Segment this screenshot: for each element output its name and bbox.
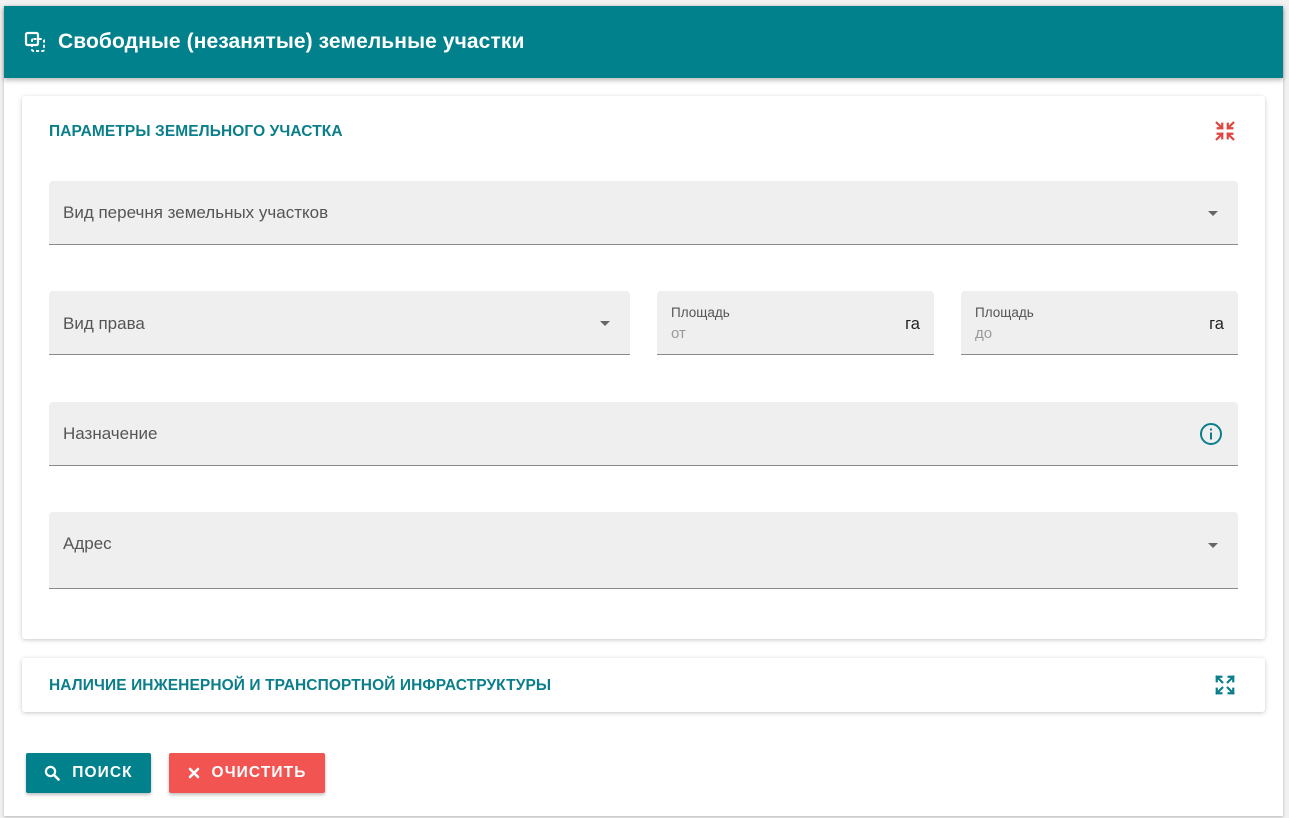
- list-type-label: Вид перечня земельных участков: [63, 203, 329, 222]
- right-type-select[interactable]: Вид права: [49, 291, 630, 355]
- collapse-icon[interactable]: [1213, 119, 1237, 143]
- search-button[interactable]: ПОИСК: [26, 753, 151, 793]
- area-to-caption: Площадь: [975, 305, 1034, 320]
- copy-icon: [23, 30, 47, 54]
- page-header: Свободные (незанятые) земельные участки: [4, 6, 1283, 78]
- dropdown-arrow-icon: [1208, 543, 1218, 548]
- address-select[interactable]: Адрес: [49, 512, 1238, 589]
- address-label: Адрес: [63, 534, 112, 553]
- app-window: Свободные (незанятые) земельные участки …: [4, 6, 1283, 816]
- params-panel: ПАРАМЕТРЫ ЗЕМЕЛЬНОГО УЧАСТКА Вид перечня…: [22, 96, 1265, 639]
- area-from-caption: Площадь: [671, 305, 730, 320]
- area-to-input[interactable]: [975, 325, 1175, 342]
- area-to-unit: га: [1209, 315, 1224, 333]
- search-icon: [45, 765, 61, 781]
- search-button-label: ПОИСК: [72, 764, 133, 781]
- purpose-field[interactable]: Назначение: [49, 402, 1238, 466]
- right-type-label: Вид права: [63, 314, 145, 333]
- area-from-field[interactable]: Площадь га: [657, 291, 934, 355]
- list-type-select[interactable]: Вид перечня земельных участков: [49, 181, 1238, 245]
- purpose-label: Назначение: [63, 424, 158, 443]
- clear-button-label: ОЧИСТИТЬ: [211, 764, 307, 781]
- infra-panel[interactable]: НАЛИЧИЕ ИНЖЕНЕРНОЙ И ТРАНСПОРТНОЙ ИНФРАС…: [22, 658, 1265, 712]
- area-from-input[interactable]: [671, 325, 871, 342]
- expand-icon[interactable]: [1213, 673, 1237, 697]
- params-panel-title: ПАРАМЕТРЫ ЗЕМЕЛЬНОГО УЧАСТКА: [49, 123, 343, 140]
- dropdown-arrow-icon: [1208, 211, 1218, 216]
- area-to-field[interactable]: Площадь га: [961, 291, 1238, 355]
- page-title: Свободные (незанятые) земельные участки: [58, 30, 525, 53]
- close-icon: [188, 767, 199, 779]
- area-from-unit: га: [905, 315, 920, 333]
- info-icon[interactable]: [1199, 422, 1223, 446]
- clear-button[interactable]: ОЧИСТИТЬ: [169, 753, 325, 793]
- dropdown-arrow-icon: [600, 321, 610, 326]
- infra-panel-title: НАЛИЧИЕ ИНЖЕНЕРНОЙ И ТРАНСПОРТНОЙ ИНФРАС…: [49, 677, 552, 694]
